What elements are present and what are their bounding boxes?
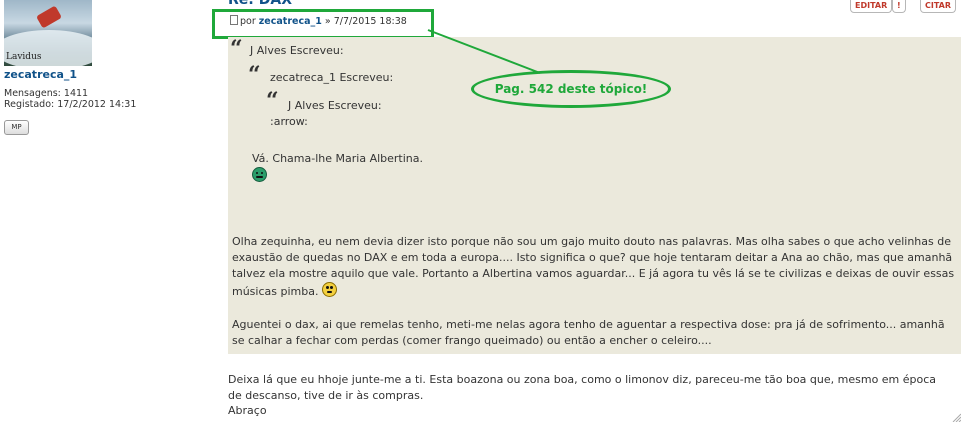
annotation-callout: Pag. 542 deste tópico! xyxy=(471,70,671,108)
resize-grip-icon[interactable] xyxy=(951,412,961,422)
callout-connector xyxy=(427,29,541,74)
